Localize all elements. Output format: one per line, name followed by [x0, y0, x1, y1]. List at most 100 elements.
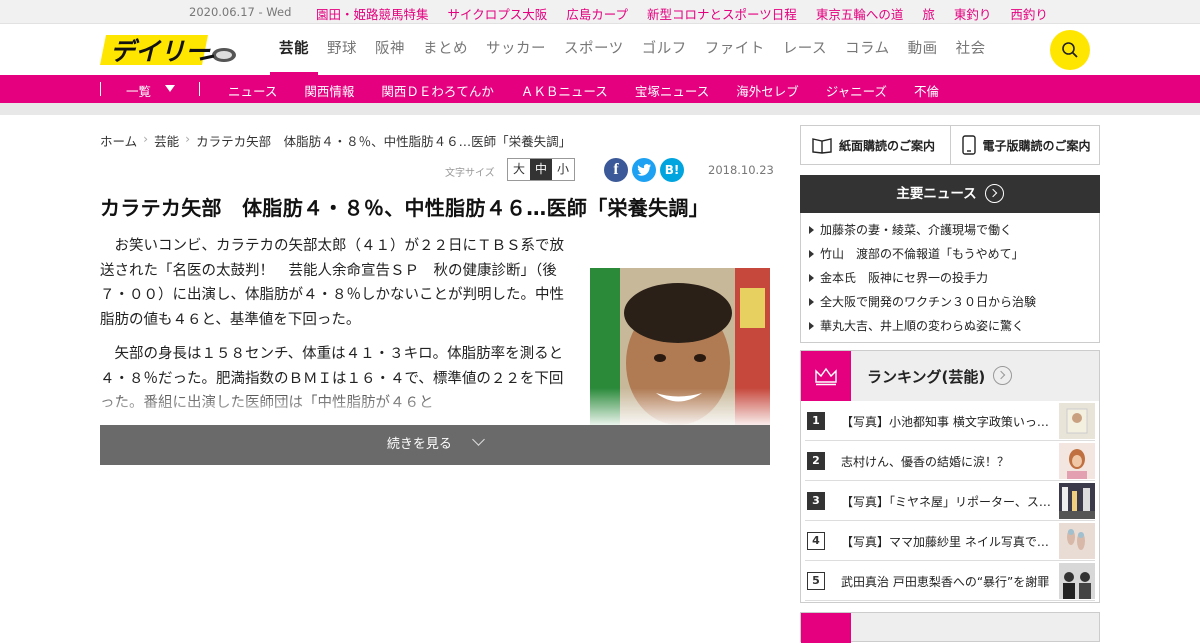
crown-icon [801, 613, 851, 643]
read-more-button[interactable]: 続きを見る [100, 425, 770, 465]
ranking-thumbnail [1059, 403, 1095, 439]
rank-number: 3 [807, 492, 825, 510]
rank-number: 2 [807, 452, 825, 470]
subnav-link[interactable]: ジャニーズ [826, 81, 887, 100]
nav-race[interactable]: レース [774, 25, 836, 75]
subscription-links: 紙面購読のご案内 電子版購読のご案内 [800, 125, 1100, 165]
nav-matome[interactable]: まとめ [414, 25, 477, 75]
ranking-item[interactable]: 4 【写真】ママ加藤紗里 ネイル写真で… [805, 521, 1095, 561]
top-link[interactable]: 東釣り [954, 4, 992, 23]
subnav-link[interactable]: 不倫 [914, 81, 939, 100]
ranking-item[interactable]: 2 志村けん、優香の結婚に涙！？ [805, 441, 1095, 481]
top-link[interactable]: サイクロプス大阪 [448, 4, 548, 23]
site-header: デイリー 芸能 野球 阪神 まとめ サッカー スポーツ ゴルフ ファイト レース… [0, 25, 1200, 75]
major-news-item[interactable]: 金本氏 阪神にセ界一の投手力 [809, 266, 1099, 290]
hatena-bookmark-icon[interactable]: B! [660, 158, 684, 182]
breadcrumb-category[interactable]: 芸能 [154, 131, 179, 150]
paper-subscribe-button[interactable]: 紙面購読のご案内 [801, 126, 950, 164]
subnav-link[interactable]: ニュース [228, 81, 277, 100]
nav-fight[interactable]: ファイト [696, 25, 774, 75]
rank-number: 4 [807, 532, 825, 550]
ranking-panel: ランキング(芸能) 1 【写真】小池都知事 横文字政策いっ… 2 志村けん、優香… [800, 350, 1100, 603]
daily-logo[interactable]: デイリー [100, 33, 240, 67]
major-news-item[interactable]: 華丸大吉、井上順の変わらぬ姿に驚く [809, 314, 1099, 338]
ranking-item[interactable]: 3 【写真】「ミヤネ屋」リポーター、ス… [805, 481, 1095, 521]
digital-subscribe-label: 電子版購読のご案内 [982, 138, 1091, 153]
subnav-link[interactable]: ＡＫＢニュース [521, 81, 608, 100]
read-more-label: 続きを見る [386, 437, 452, 452]
smartphone-icon [961, 135, 976, 155]
major-news-item[interactable]: 加藤茶の妻・綾菜、介護現場で働く [809, 218, 1099, 242]
divider [100, 82, 101, 96]
crown-icon [801, 351, 851, 401]
article-photo[interactable] [590, 268, 770, 425]
subnav-link[interactable]: 海外セレブ [736, 81, 799, 100]
article-paragraph: お笑いコンビ、カラテカの矢部太郎（４１）が２２日にＴＢＳ系で放送された「名医の太… [100, 238, 564, 328]
text-fade [100, 385, 570, 425]
rank-title: 【写真】「ミヤネ屋」リポーター、ス… [841, 495, 1051, 509]
nav-yakyu[interactable]: 野球 [318, 25, 366, 75]
top-link[interactable]: 園田・姫路競馬特集 [316, 4, 429, 23]
major-news-item[interactable]: 竹山 渡部の不倫報道「もうやめて」 [809, 242, 1099, 266]
top-link[interactable]: 新型コロナとスポーツ日程 [647, 4, 797, 23]
ranking-thumbnail [1059, 563, 1095, 599]
article-meta: 文字サイズ 大 中 小 f B! 2018.10.23 [100, 158, 774, 182]
major-news-title: 主要ニュース [896, 186, 977, 202]
ranking-header[interactable]: ランキング(芸能) [801, 351, 1099, 401]
chevron-down-icon [472, 433, 485, 446]
rank-title: 【写真】ママ加藤紗里 ネイル写真で… [841, 535, 1049, 549]
ranking-item[interactable]: 5 武田真治 戸田恵梨香への“暴行”を謝罪 [805, 561, 1095, 601]
subnav-link[interactable]: 関西ＤＥわろてんか [381, 81, 494, 100]
sub-nav: 一覧 ニュース 関西情報 関西ＤＥわろてんか ＡＫＢニュース 宝塚ニュース 海外… [0, 75, 1200, 103]
rank-title: 【写真】小池都知事 横文字政策いっ… [841, 415, 1049, 429]
font-size-label: 文字サイズ [445, 168, 495, 179]
subnav-link[interactable]: 関西情報 [304, 81, 354, 100]
nav-column[interactable]: コラム [836, 25, 899, 75]
major-news-list: 加藤茶の妻・綾菜、介護現場で働く 竹山 渡部の不倫報道「もうやめて」 金本氏 阪… [800, 213, 1100, 343]
major-news-header[interactable]: 主要ニュース [800, 175, 1100, 213]
subnav-link[interactable]: 宝塚ニュース [635, 81, 709, 100]
nav-society[interactable]: 社会 [947, 25, 995, 75]
top-links: 園田・姫路競馬特集 サイクロプス大阪 広島カープ 新型コロナとスポーツ日程 東京… [316, 4, 1048, 23]
chevron-down-icon[interactable] [165, 85, 175, 92]
digital-subscribe-button[interactable]: 電子版購読のご案内 [949, 126, 1100, 164]
nav-sports[interactable]: スポーツ [555, 25, 633, 75]
paper-subscribe-label: 紙面購読のご案内 [839, 138, 936, 153]
top-link[interactable]: 西釣り [1010, 4, 1048, 23]
facebook-share-icon[interactable]: f [604, 158, 628, 182]
top-link[interactable]: 東京五輪への道 [816, 4, 904, 23]
top-link[interactable]: 旅 [922, 4, 935, 23]
article-title: カラテカ矢部 体脂肪４・８％、中性脂肪４６…医師「栄養失調」 [100, 196, 709, 220]
font-large-button[interactable]: 大 [508, 159, 530, 180]
rank-title: 志村けん、優香の結婚に涙！？ [841, 455, 1010, 469]
newspaper-icon [812, 138, 832, 154]
ranking-item[interactable]: 1 【写真】小池都知事 横文字政策いっ… [805, 401, 1095, 441]
font-medium-button[interactable]: 中 [530, 159, 552, 180]
major-news-item[interactable]: 全大阪で開発のワクチン３０日から治験 [809, 290, 1099, 314]
font-small-button[interactable]: 小 [552, 159, 574, 180]
rank-number: 5 [807, 572, 825, 590]
nav-video[interactable]: 動画 [899, 25, 947, 75]
main-nav: 芸能 野球 阪神 まとめ サッカー スポーツ ゴルフ ファイト レース コラム … [270, 25, 995, 75]
nav-hanshin[interactable]: 阪神 [366, 25, 414, 75]
search-button[interactable] [1050, 30, 1090, 70]
font-size-selector: 大 中 小 [507, 158, 575, 181]
divider [199, 82, 200, 96]
breadcrumb: ホーム › 芸能 › カラテカ矢部 体脂肪４・８％、中性脂肪４６…医師「栄養失調… [100, 131, 571, 150]
svg-text:デイリー: デイリー [110, 37, 211, 66]
nav-golf[interactable]: ゴルフ [633, 25, 696, 75]
top-link[interactable]: 広島カープ [566, 4, 628, 23]
ranking-thumbnail [1059, 443, 1095, 479]
arrow-right-icon [993, 365, 1013, 385]
twitter-share-icon[interactable] [632, 158, 656, 182]
breadcrumb-home[interactable]: ホーム [100, 131, 137, 150]
ranking-thumbnail [1059, 483, 1095, 519]
arrow-right-icon [984, 183, 1004, 203]
top-utility-bar: 2020.06.17 - Wed 園田・姫路競馬特集 サイクロプス大阪 広島カー… [0, 0, 1200, 24]
publish-date: 2018.10.23 [708, 163, 774, 177]
nav-soccer[interactable]: サッカー [477, 25, 555, 75]
search-icon [1062, 42, 1078, 58]
list-dropdown[interactable]: 一覧 [126, 81, 151, 100]
nav-geinou[interactable]: 芸能 [270, 25, 318, 75]
spacer-bar [0, 103, 1200, 115]
